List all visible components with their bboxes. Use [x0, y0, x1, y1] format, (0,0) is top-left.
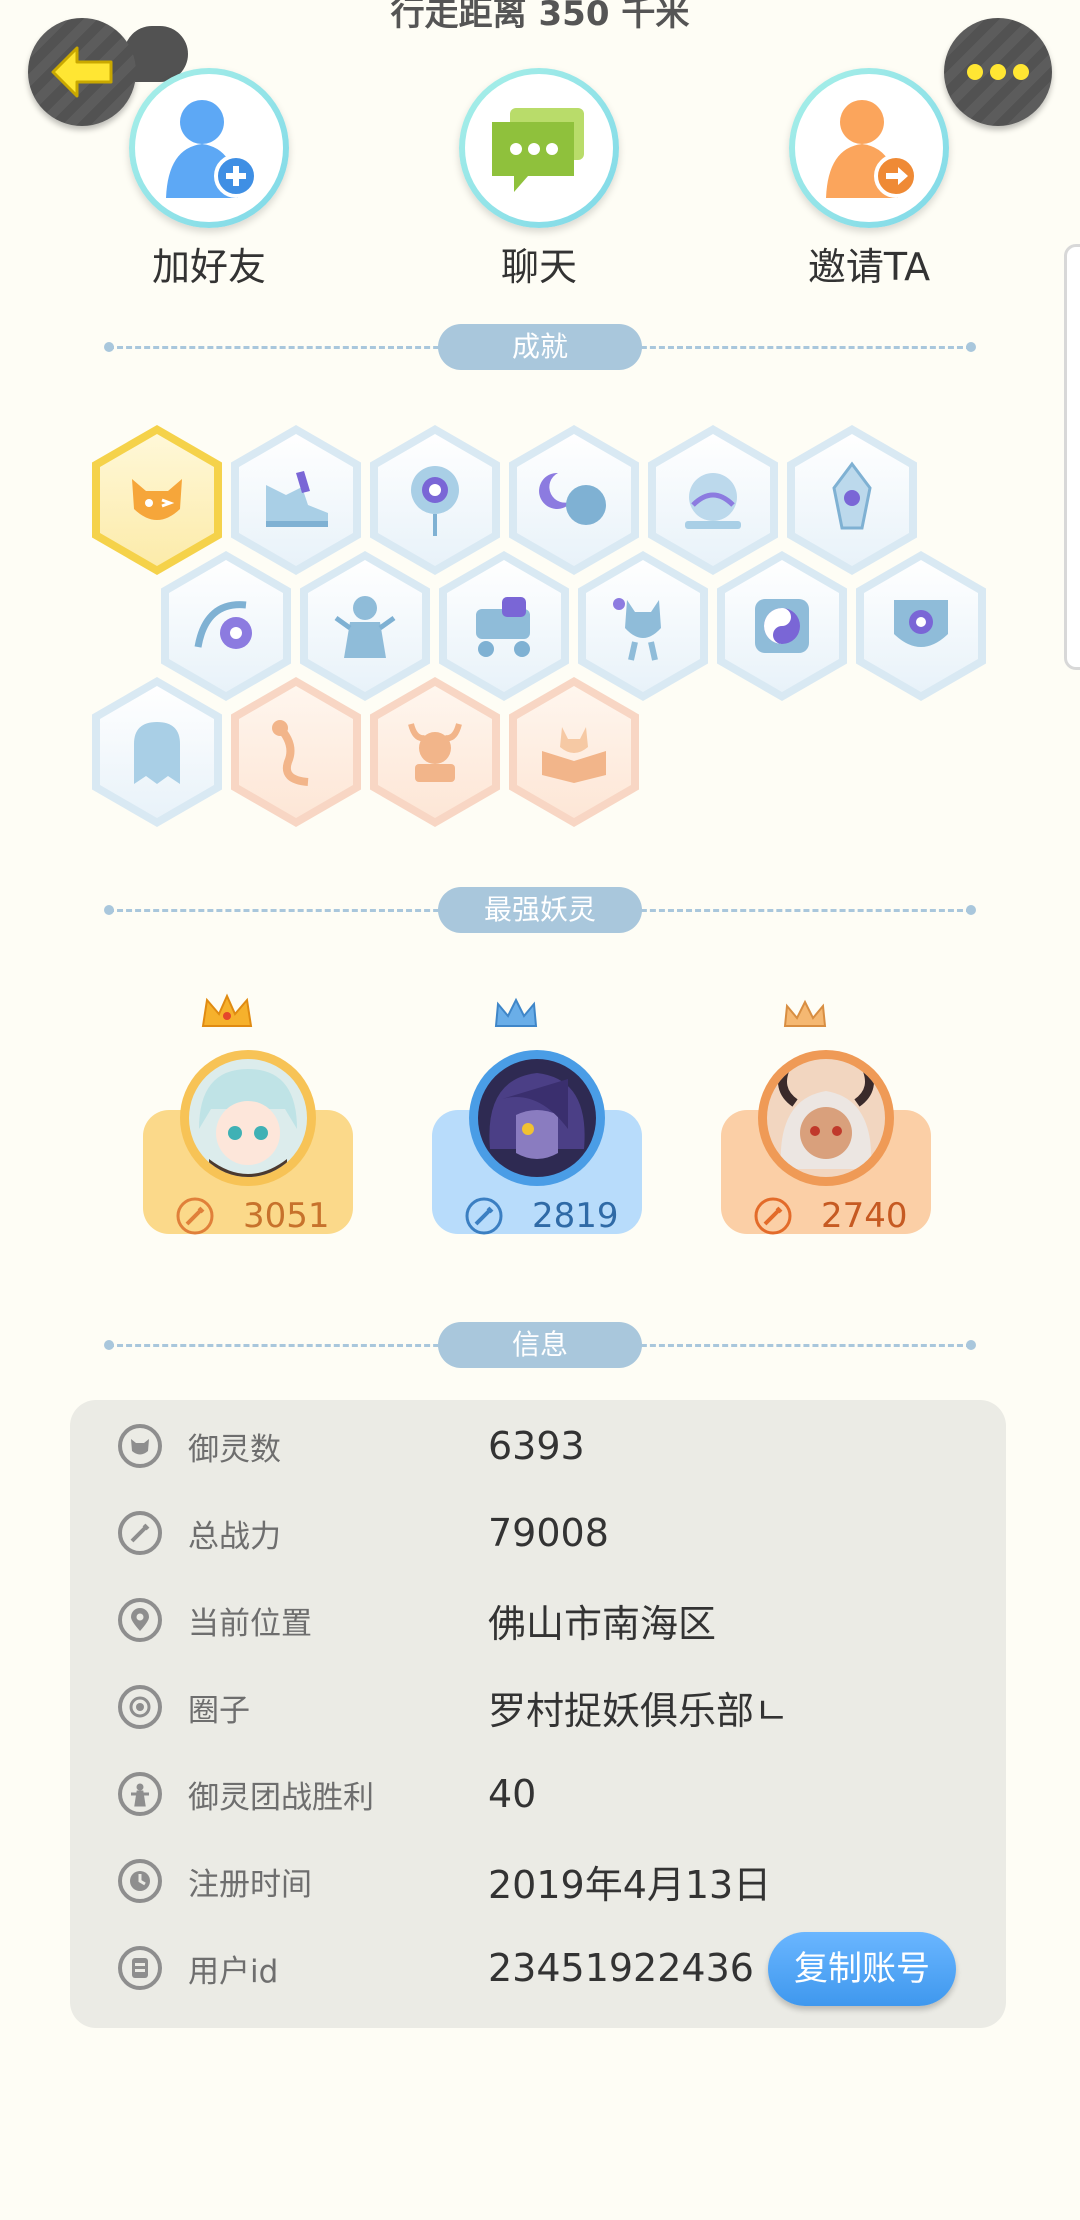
spirit-power: 2740 [753, 1196, 908, 1236]
stroller-icon [476, 597, 530, 657]
add-friend-button[interactable]: 加好友 [124, 68, 294, 291]
strongest-spirit-2[interactable]: 2819 [432, 997, 642, 1260]
id-card-icon [118, 1946, 162, 1990]
chat-bubble-icon [492, 108, 584, 192]
info-row-register-date: 注册时间 2019年4月13日 [118, 1851, 958, 1911]
spirit-avatar [767, 1059, 885, 1177]
info-row-location: 当前位置 佛山市南海区 [118, 1590, 958, 1650]
back-button[interactable] [28, 18, 188, 126]
crown-icon [783, 999, 827, 1027]
team-battle-icon [118, 1772, 162, 1816]
ox-icon [408, 723, 462, 782]
book-icon [542, 727, 606, 783]
achievement-badge-book[interactable] [509, 677, 639, 827]
info-row-team-battle-wins: 御灵团战胜利 40 [118, 1764, 958, 1824]
sneaker-icon [266, 471, 328, 527]
info-row-circle: 圈子 罗村捉妖俱乐部ㄴ [118, 1677, 958, 1737]
chat-button[interactable]: 聊天 [454, 68, 624, 291]
shield-icon [894, 600, 948, 647]
clock-icon [118, 1859, 162, 1903]
add-friend-label: 加好友 [151, 245, 266, 289]
arrow-left-icon [51, 46, 113, 98]
location-pin-icon [118, 1598, 162, 1642]
ghost-icon [134, 722, 180, 784]
add-friend-icon [166, 100, 258, 198]
sword-icon [465, 1197, 503, 1235]
crystal-icon [832, 461, 872, 530]
more-options-button[interactable] [944, 18, 1052, 126]
invite-label: 邀请TA [807, 245, 931, 289]
achievement-badge-yinyang-scroll[interactable] [717, 551, 847, 701]
sword-icon [118, 1511, 162, 1555]
orb-icon [685, 473, 741, 529]
crown-icon [201, 993, 253, 1027]
achievement-badge-ghost[interactable] [92, 677, 222, 827]
invite-button[interactable]: 邀请TA [784, 68, 954, 291]
sword-icon [176, 1197, 214, 1235]
side-drawer-handle[interactable] [1064, 244, 1080, 670]
info-panel: 御灵数 6393 总战力 79008 当前位置 佛山市南海区 圈子 罗村捉妖俱乐… [70, 1400, 1006, 2028]
fox-icon [132, 479, 182, 520]
section-title-strongest: 最强妖灵 [438, 887, 642, 933]
warrior-icon [334, 596, 396, 658]
spirit-avatar [189, 1059, 307, 1177]
compass-icon [411, 466, 459, 536]
strongest-spirit-3[interactable]: 2740 [721, 999, 931, 1260]
info-row-total-power: 总战力 79008 [118, 1503, 958, 1563]
sword-icon [754, 1197, 792, 1235]
chat-label: 聊天 [500, 245, 577, 289]
section-title-achievements: 成就 [438, 324, 642, 370]
spirit-avatar [478, 1059, 596, 1177]
spirit-power: 3051 [175, 1196, 330, 1236]
spirit-power: 2819 [464, 1196, 619, 1236]
achievement-badge-shield[interactable] [856, 551, 986, 701]
info-row-spirit-count: 御灵数 6393 [118, 1416, 958, 1476]
yinyang-scroll-icon [755, 599, 809, 653]
circle-target-icon [118, 1685, 162, 1729]
dragon-icon [272, 720, 309, 786]
copy-account-button[interactable]: 复制账号 [768, 1932, 956, 2006]
cat-spirit-icon [613, 598, 661, 661]
info-row-user-id: 用户id 23451922436 [118, 1938, 758, 1998]
moon-icon [539, 472, 606, 525]
crown-icon [494, 997, 538, 1027]
achievement-badge-ox[interactable] [370, 677, 500, 827]
achievement-badge-dragon[interactable] [231, 677, 361, 827]
yinyang-wave-icon [194, 601, 252, 649]
invite-icon [826, 100, 918, 198]
ellipsis-icon [967, 64, 1029, 80]
section-title-info: 信息 [438, 1322, 642, 1368]
strongest-spirit-1[interactable]: 3051 [143, 993, 353, 1260]
spirit-icon [118, 1424, 162, 1468]
